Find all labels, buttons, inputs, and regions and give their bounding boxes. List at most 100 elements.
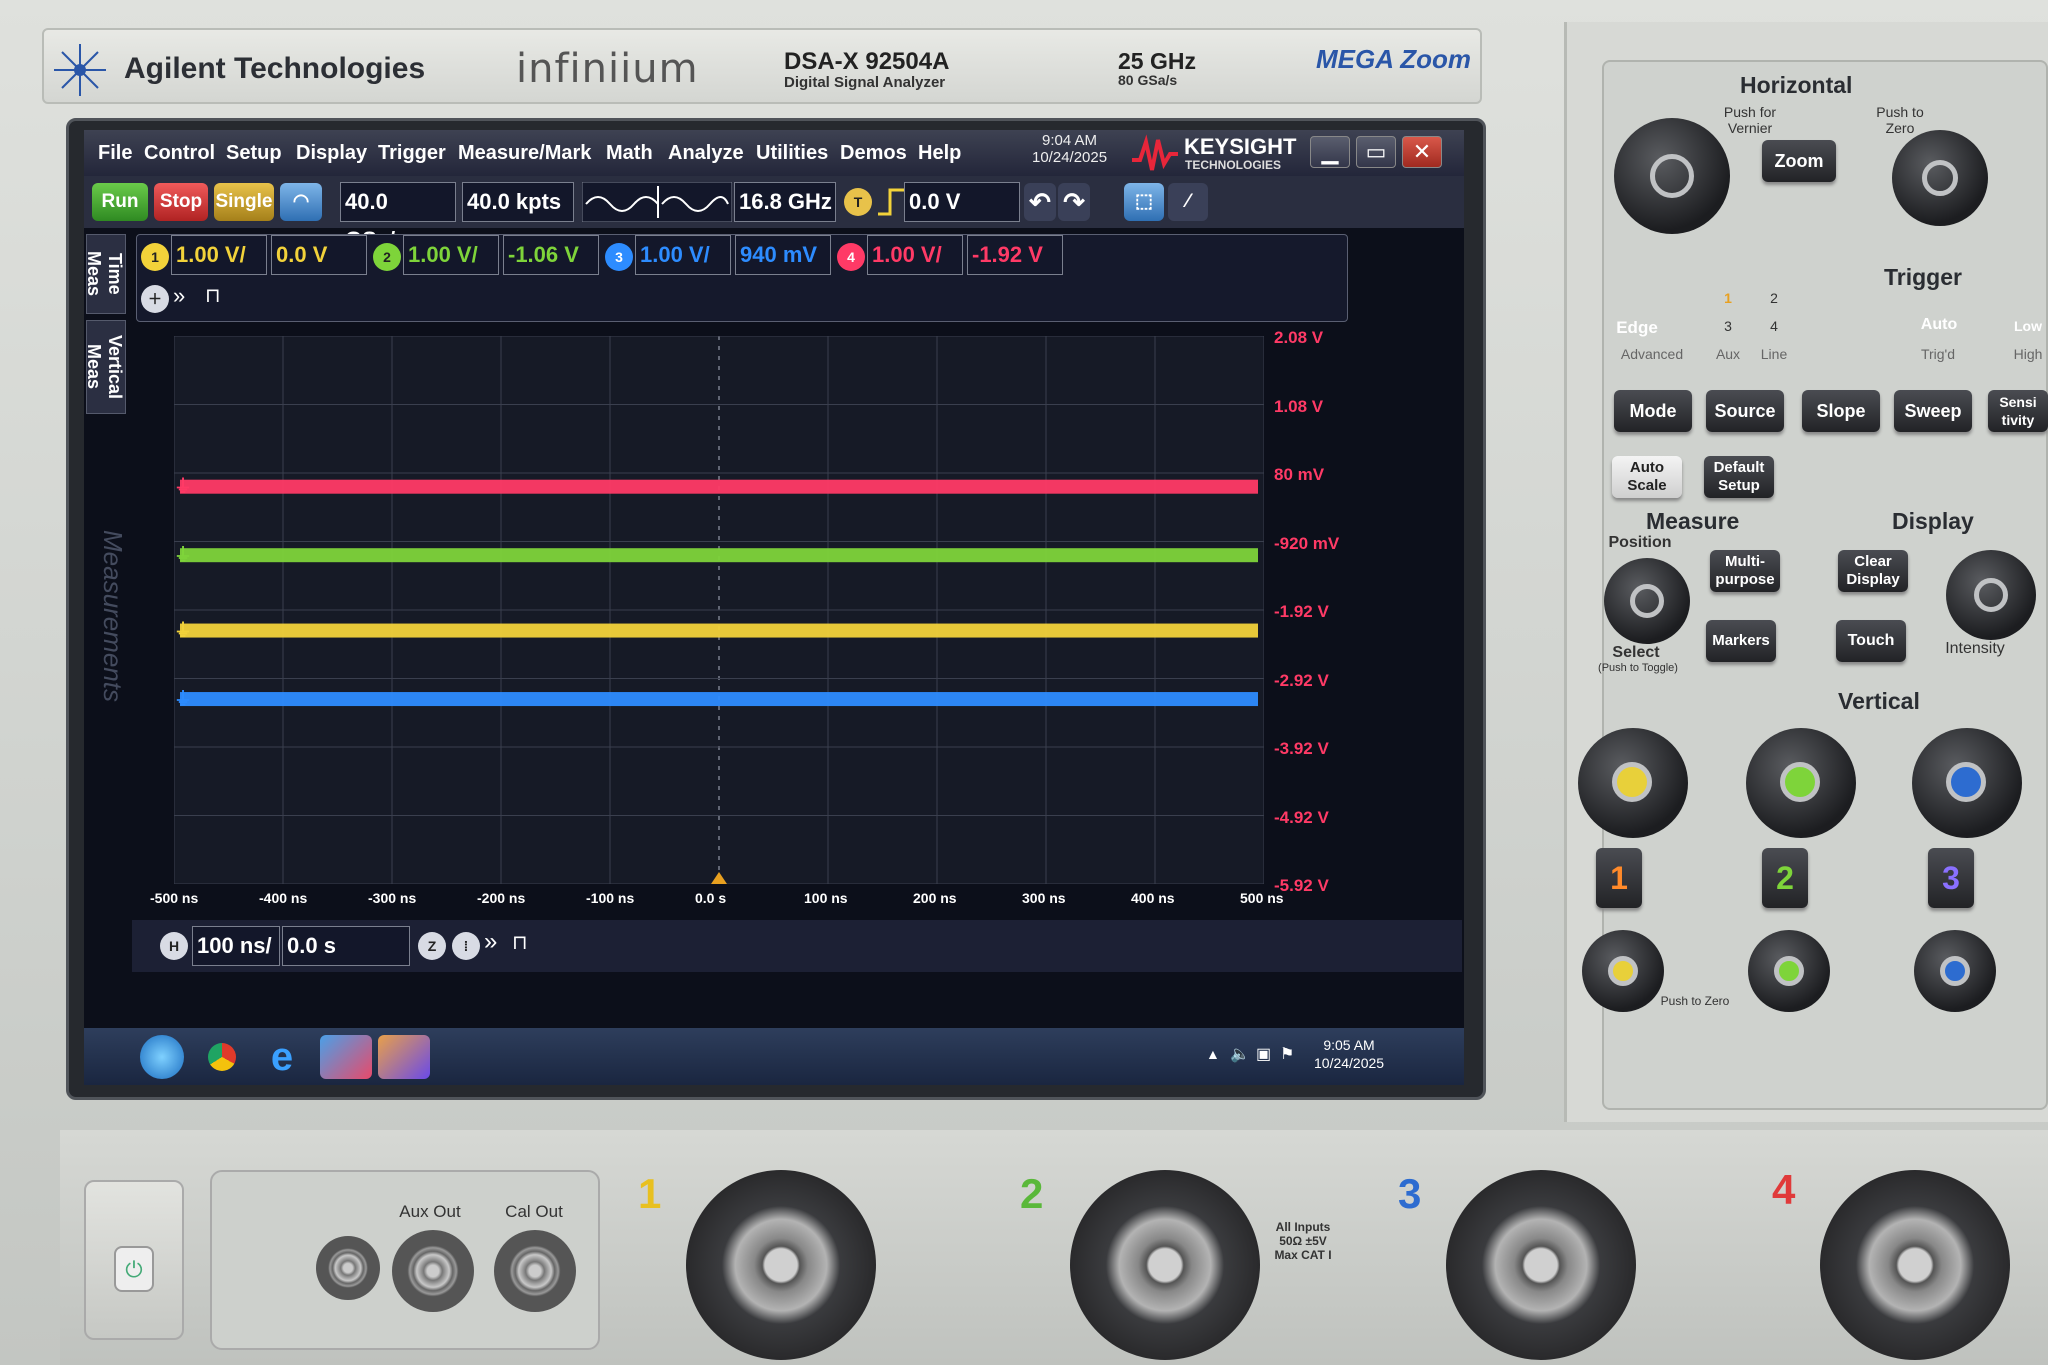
pulse-app-icon[interactable] [378,1035,430,1079]
memory-depth-field[interactable]: 40.0 kpts [462,182,574,222]
maximize-button[interactable]: ▭ [1356,136,1396,168]
ch1-offset-knob[interactable] [1582,930,1664,1012]
ch3-toggle-button[interactable]: 3 [1928,848,1974,908]
menu-math[interactable]: Math [606,142,653,165]
ch1-badge[interactable]: 1 [141,243,169,271]
ground-jack[interactable] [316,1236,380,1300]
network-icon[interactable]: ▣ [1256,1044,1271,1064]
close-button[interactable]: ✕ [1402,136,1442,168]
horizontal-pin-icon[interactable]: ⊓ [512,930,528,955]
menu-setup[interactable]: Setup [226,142,282,165]
taskbar-clock[interactable]: 9:05 AM 10/24/2025 [1314,1036,1384,1072]
menu-trigger[interactable]: Trigger [378,142,446,165]
aux-out-connector[interactable] [392,1230,474,1312]
menu-file[interactable]: File [98,142,132,165]
touch-button[interactable]: Touch [1836,620,1906,662]
zoom-button[interactable]: Zoom [1762,140,1836,182]
menu-analyze[interactable]: Analyze [668,142,744,165]
timebase-scale-field[interactable]: 100 ns/ [192,926,280,966]
grid-icon[interactable]: ⁞ [452,932,480,960]
menu-help[interactable]: Help [918,142,961,165]
horizontal-chevron-icon[interactable]: » [484,928,497,956]
tab-measurements[interactable]: Measurements [88,530,128,702]
ch2-offset-field[interactable]: -1.06 V [503,235,599,275]
menu-display[interactable]: Display [296,142,367,165]
menu-demos[interactable]: Demos [840,142,907,165]
ch3-scale-field[interactable]: 1.00 V/ [635,235,731,275]
multipurpose-button[interactable]: Multi-purpose [1710,550,1780,592]
ch3-offset-field[interactable]: 940 mV [735,235,831,275]
ch2-badge[interactable]: 2 [373,243,401,271]
menu-utilities[interactable]: Utilities [756,142,828,165]
trigger-mode-button[interactable]: Mode [1614,390,1692,432]
cal-out-connector[interactable] [494,1230,576,1312]
ch4-offset-field[interactable]: -1.92 V [967,235,1063,275]
ch4-input-connector[interactable] [1820,1170,2010,1360]
minimize-button[interactable]: ▁ [1310,136,1350,168]
menu-measure-mark[interactable]: Measure/Mark [458,142,591,165]
ch2-toggle-button[interactable]: 2 [1762,848,1808,908]
trigger-sweep-button[interactable]: Sweep [1894,390,1972,432]
flag-icon[interactable]: ⚑ [1280,1044,1294,1064]
ch1-scale-field[interactable]: 1.00 V/ [171,235,267,275]
ch4-badge[interactable]: 4 [837,243,865,271]
markers-button[interactable]: Markers [1706,620,1776,662]
chrome-icon[interactable] [200,1035,244,1079]
trigger-slope-button[interactable]: Slope [1802,390,1880,432]
add-channel-icon[interactable]: ＋ [141,285,169,313]
bandwidth-field[interactable]: 16.8 GHz [734,182,836,222]
tab-time-meas[interactable]: Time Meas [84,234,126,314]
pin-icon[interactable]: ⊓ [205,283,221,308]
ch2-offset-knob[interactable] [1748,930,1830,1012]
ch3-input-connector[interactable] [1446,1170,1636,1360]
ch2-scale-field[interactable]: 1.00 V/ [403,235,499,275]
trigger-level-field[interactable]: 0.0 V [904,182,1020,222]
ch3-scale-knob[interactable] [1912,728,2022,838]
ch1-toggle-button[interactable]: 1 [1596,848,1642,908]
stop-button[interactable]: Stop [154,183,208,221]
power-button[interactable]: ⏻ [114,1246,154,1292]
measure-icon[interactable]: ⁄ [1168,183,1208,221]
run-button[interactable]: Run [92,183,148,221]
zoom-box-icon[interactable]: ⬚ [1124,183,1164,221]
undo-icon[interactable]: ↶ [1024,183,1056,221]
ground-marker[interactable]: ⏚ [174,477,192,497]
ch2-scale-knob[interactable] [1746,728,1856,838]
trigger-edge-icon[interactable] [876,186,906,218]
ch1-input-connector[interactable] [686,1170,876,1360]
trigger-sensitivity-button[interactable]: Sensi tivity [1988,390,2048,432]
ch1-scale-knob[interactable] [1578,728,1688,838]
timebase-position-field[interactable]: 0.0 s [282,926,410,966]
ch2-input-connector[interactable] [1070,1170,1260,1360]
auto-scale-button[interactable]: Auto Scale [1612,456,1682,498]
ch3-badge[interactable]: 3 [605,243,633,271]
intensity-knob[interactable] [1946,550,2036,640]
ch4-scale-field[interactable]: 1.00 V/ [867,235,963,275]
expand-chevron-icon[interactable]: » [173,283,185,309]
clear-display-button[interactable]: Clear Display [1838,550,1908,592]
tray-arrow-icon[interactable]: ▲ [1206,1046,1220,1062]
start-icon[interactable] [140,1035,184,1079]
trigger-badge[interactable]: T [844,188,872,216]
sample-rate-field[interactable]: 40.0 GSa/s [340,182,456,252]
ch1-offset-field[interactable]: 0.0 V [271,235,367,275]
default-setup-button[interactable]: Default Setup [1704,456,1774,498]
trigger-source-button[interactable]: Source [1706,390,1784,432]
ground-marker[interactable]: ⏚ [174,621,192,641]
menu-control[interactable]: Control [144,142,215,165]
horizontal-badge[interactable]: H [160,932,188,960]
bandwidth-waveform-icon[interactable] [582,182,732,222]
ground-marker[interactable]: ⏚ [174,545,192,565]
ground-marker[interactable]: ⏚ [174,689,192,709]
zoom-icon[interactable]: Z [418,932,446,960]
single-button[interactable]: Single [214,183,274,221]
tab-vertical-meas[interactable]: Vertical Meas [84,320,126,414]
waveform-grid[interactable]: ⏚ ⏚ ⏚ ⏚ [174,336,1264,884]
horizontal-scale-knob[interactable] [1614,118,1730,234]
redo-icon[interactable]: ↷ [1058,183,1090,221]
scope-app-icon[interactable] [320,1035,372,1079]
volume-icon[interactable]: 🔈 [1230,1044,1250,1064]
ch3-offset-knob[interactable] [1914,930,1996,1012]
acquire-mode-icon[interactable]: ◠ [280,183,322,221]
measure-position-knob[interactable] [1604,558,1690,644]
